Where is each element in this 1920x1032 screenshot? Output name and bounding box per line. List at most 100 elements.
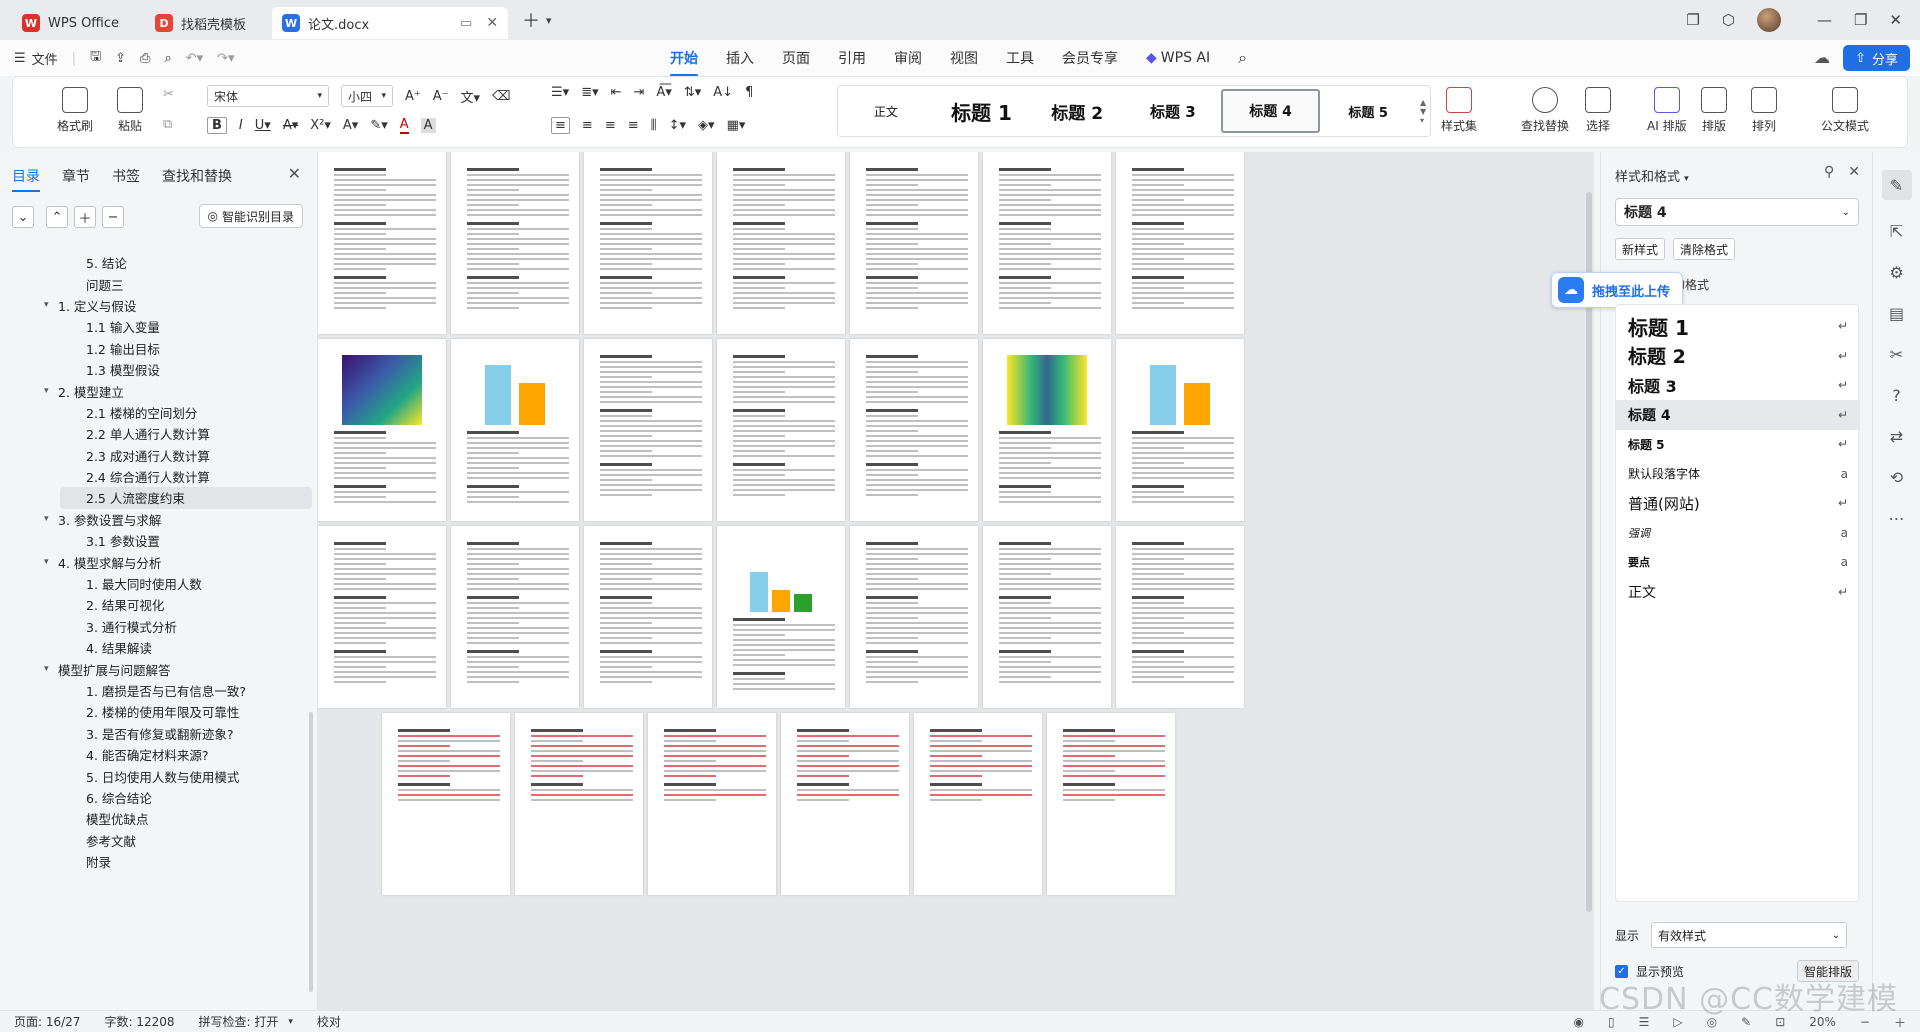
caret-down-icon[interactable]: ▾ [44,664,58,674]
gallery-scroll[interactable]: ▲ ▼ ▾ [1416,98,1430,125]
document-page[interactable] [318,526,446,708]
more-icon[interactable]: ⋯ [1889,509,1905,528]
save-icon[interactable]: 🖫 [90,47,101,69]
caret-down-icon[interactable]: ▾ [44,300,58,310]
style-list-item[interactable]: 标题 2 ↵ [1616,341,1860,371]
paste-button[interactable]: 粘贴 [117,87,143,134]
font-color-icon[interactable]: A [399,117,409,134]
toc-item[interactable]: 3.1 参数设置 [0,530,318,551]
show-marks-icon[interactable]: ¶ [745,85,753,100]
toc-item[interactable]: 2. 结果可视化 [0,594,318,615]
grow-font-icon[interactable]: A⁺ [405,89,421,104]
border-icon[interactable]: ▦▾ [727,118,746,133]
print-preview-icon[interactable]: ⌕ [164,51,171,66]
style-list-item[interactable]: 正文 ↵ [1616,577,1860,607]
toc-item[interactable]: 4. 能否确定材料来源? [0,744,318,765]
document-page[interactable] [850,339,978,521]
tools-icon[interactable]: ✂ [1890,345,1903,364]
style-list-item[interactable]: 标题 4 ↵ [1616,399,1860,430]
pin-icon[interactable]: ⚲ [1824,164,1834,180]
style-list-item[interactable]: 强调 a [1616,518,1860,548]
document-page[interactable] [1116,152,1244,334]
align-center-icon[interactable]: ≡ [582,118,593,133]
print-icon[interactable]: ⎙ [140,51,150,66]
style-list-item[interactable]: 普通(网站) ↵ [1616,488,1860,518]
remove-heading-icon[interactable]: − [102,206,124,228]
tab-wps-office[interactable]: W WPS Office [12,7,129,39]
caret-down-icon[interactable]: ▾ [44,386,58,396]
chinese-layout-icon[interactable]: A͞▾ [656,85,671,100]
tab-template[interactable]: D 找稻壳模板 [145,7,256,39]
toc-item[interactable]: 2.5 人流密度约束 [60,487,312,509]
spell-check[interactable]: 拼写检查: 打开 [185,1013,289,1030]
document-page[interactable] [914,713,1042,895]
minimize-icon[interactable]: — [1817,11,1832,29]
strikethrough-icon[interactable]: A▾ [283,118,298,133]
tab-member[interactable]: 会员专享 [1062,48,1118,68]
document-page[interactable] [451,152,579,334]
tab-review[interactable]: 审阅 [894,48,922,68]
copy-icon[interactable]: ⧉ [163,117,172,132]
style-list-item[interactable]: 要点 a [1616,547,1860,577]
toc-item[interactable]: 5. 结论 [0,252,318,273]
align-right-icon[interactable]: ≡ [605,118,616,133]
monitor-icon[interactable]: ▭ [460,16,472,31]
document-page[interactable] [717,152,845,334]
toc-item[interactable]: 2.3 成对通行人数计算 [0,445,318,466]
upload-badge[interactable]: ☁ 拖拽至此上传 [1551,272,1684,308]
layout-button[interactable]: 排版 [1701,87,1727,134]
toc-item[interactable]: 3. 是否有修复或翻新迹象? [0,723,318,744]
file-menu[interactable]: 文件 [32,49,58,68]
font-name-select[interactable]: 宋体 ▾ [207,85,329,107]
document-page[interactable] [781,713,909,895]
eye-icon[interactable]: ◉ [1574,1015,1584,1029]
text-direction-icon[interactable]: A↓ [713,85,733,100]
document-page[interactable] [850,152,978,334]
tab-wps-ai[interactable]: ◆ WPS AI [1146,50,1210,66]
tab-page[interactable]: 页面 [782,48,810,68]
hamburger-icon[interactable]: ☰ [14,51,26,66]
toc-item[interactable]: 2.1 楼梯的空间划分 [0,402,318,423]
close-window-icon[interactable]: ✕ [1889,11,1902,29]
ai-layout-button[interactable]: AI 排版 [1647,87,1687,134]
style-normal[interactable]: 正文 [838,89,934,133]
style-heading-2[interactable]: 标题 2 [1029,89,1125,133]
avatar[interactable] [1756,8,1781,32]
show-select[interactable]: 有效样式 ⌄ [1651,922,1848,948]
phonetic-icon[interactable]: 文▾ [461,87,481,106]
shrink-font-icon[interactable]: A⁻ [433,89,449,104]
document-page[interactable] [318,339,446,521]
caret-down-icon[interactable]: ▾ [44,514,58,524]
close-icon[interactable]: ✕ [1848,164,1860,180]
document-page[interactable] [515,713,643,895]
eraser-icon[interactable]: ⌫ [492,89,510,104]
collapse-icon[interactable]: ⌄ [12,206,34,228]
highlight-icon[interactable]: ✎▾ [370,118,387,133]
nav-scrollbar[interactable] [309,712,313,992]
text-effect-icon[interactable]: A▾ [343,118,358,133]
style-list-item[interactable]: 标题 5 ↵ [1616,429,1860,459]
document-page[interactable] [382,713,510,895]
cloud-sync-icon[interactable]: ☁ [1814,48,1830,67]
undo-icon[interactable]: ↶▾ [186,51,203,66]
document-page[interactable] [451,526,579,708]
decrease-indent-icon[interactable]: ⇤ [611,85,622,100]
document-page[interactable] [1116,526,1244,708]
clear-format-button[interactable]: 清除格式 [1673,238,1736,260]
toc-item[interactable]: 4. 结果解读 [0,637,318,658]
document-page[interactable] [717,526,845,708]
proofread[interactable]: 校对 [293,1013,351,1030]
toc-item[interactable]: ▾ 3. 参数设置与求解 [0,509,318,530]
translate-icon[interactable]: ⇄ [1890,427,1903,446]
new-tab-icon[interactable]: ＋ [522,7,540,33]
toc-item[interactable]: 2. 楼梯的使用年限及可靠性 [0,701,318,722]
cut-icon[interactable]: ✂ [163,87,174,102]
toc-item[interactable]: 问题三 [0,273,318,294]
settings-sliders-icon[interactable]: ⚙ [1889,263,1903,282]
style-heading-1[interactable]: 标题 1 [934,89,1030,133]
current-style-select[interactable]: 标题 4 ⌄ [1615,198,1859,226]
document-page[interactable] [850,526,978,708]
document-page[interactable] [1116,339,1244,521]
help-icon[interactable]: ? [1892,386,1901,405]
toc-item[interactable]: 2.4 综合通行人数计算 [0,466,318,487]
